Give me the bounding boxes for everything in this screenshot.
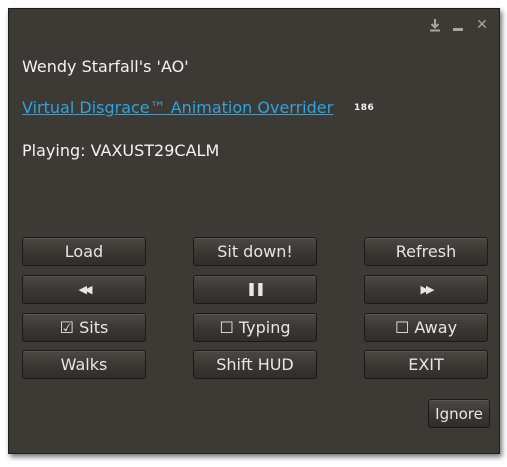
sit-down-button[interactable]: Sit down!	[193, 237, 317, 266]
rewind-icon: ◀◀	[78, 283, 93, 296]
walks-button[interactable]: Walks	[22, 350, 146, 379]
ignore-button[interactable]: Ignore	[428, 399, 490, 428]
sits-toggle-button[interactable]: ☑ Sits	[22, 313, 146, 342]
typing-toggle-button[interactable]: ☐ Typing	[193, 313, 317, 342]
pause-button[interactable]: ❚❚	[193, 275, 317, 304]
away-toggle-button[interactable]: ☐ Away	[364, 313, 488, 342]
refresh-button[interactable]: Refresh	[364, 237, 488, 266]
exit-button[interactable]: EXIT	[364, 350, 488, 379]
minimize-icon[interactable]	[450, 17, 466, 33]
dialog-title: Wendy Starfall's 'AO'	[22, 57, 189, 76]
pause-icon: ❚❚	[246, 282, 266, 297]
load-button[interactable]: Load	[22, 237, 146, 266]
script-dialog-window: ✕ Wendy Starfall's 'AO' Virtual Disgrace…	[8, 8, 500, 454]
next-button[interactable]: ▶▶	[364, 275, 488, 304]
dock-icon[interactable]	[427, 17, 443, 33]
close-icon[interactable]: ✕	[474, 17, 490, 33]
version-badge: 186	[354, 103, 375, 113]
shift-hud-button[interactable]: Shift HUD	[193, 350, 317, 379]
previous-button[interactable]: ◀◀	[22, 275, 146, 304]
animation-overrider-link[interactable]: Virtual Disgrace™ Animation Overrider	[22, 98, 333, 117]
fast-forward-icon: ▶▶	[420, 283, 435, 296]
playing-status: Playing: VAXUST29CALM	[22, 141, 220, 160]
